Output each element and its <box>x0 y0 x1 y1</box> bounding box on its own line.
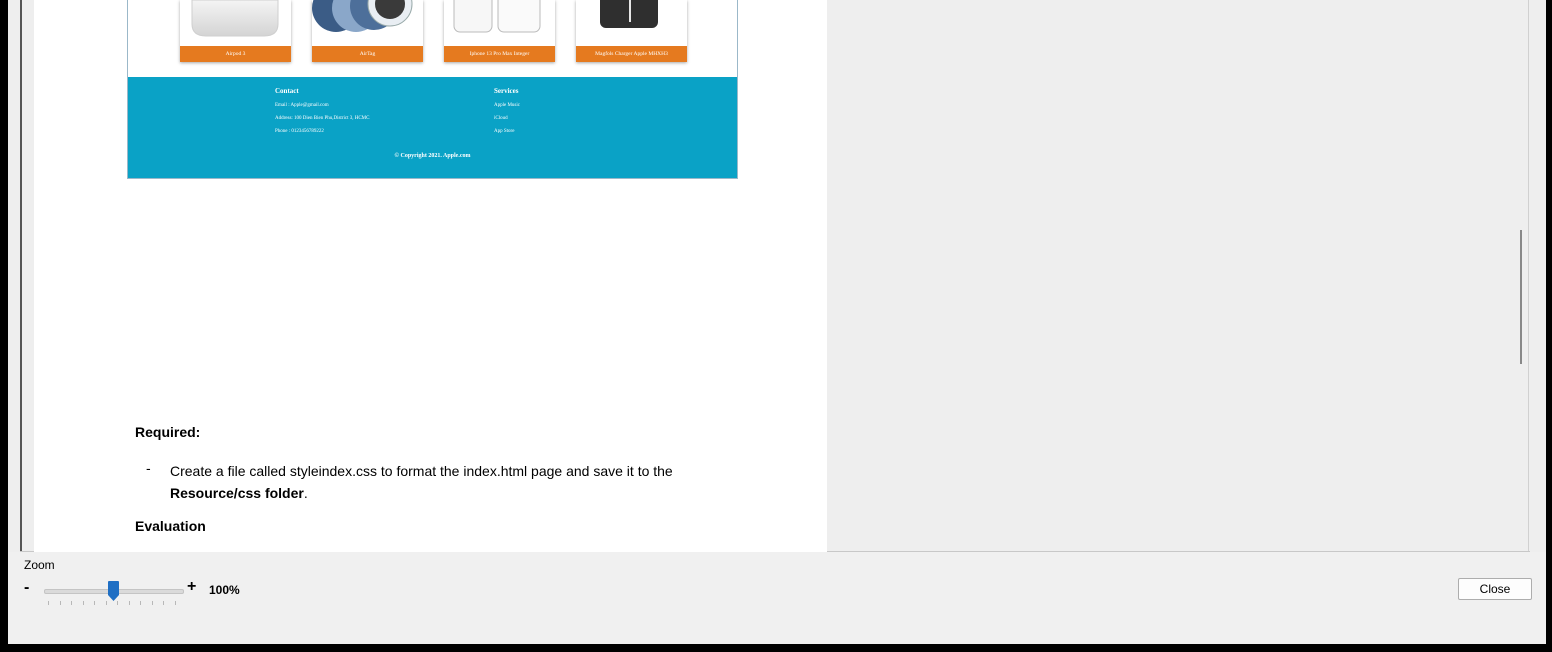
document-page: Airpod 3 AirTag Iphone 13 Pro Max Intege… <box>34 0 827 552</box>
zoom-slider-tick <box>128 601 130 605</box>
copyright-text: © Copyright 2021. Apple.com <box>394 153 471 159</box>
product-label: Airpod 3 <box>180 46 291 62</box>
services-column: Services Apple Music iCloud App Store <box>494 87 520 142</box>
vertical-scrollbar-thumb[interactable] <box>1520 230 1522 364</box>
zoom-slider-tick <box>140 601 141 605</box>
zoom-slider-tick <box>48 601 49 605</box>
zoom-slider-tick <box>105 601 107 605</box>
evaluation-heading: Evaluation <box>135 518 206 534</box>
viewer-border-right <box>1528 0 1529 552</box>
contact-phone: Phone : 0123456789222 <box>275 129 324 134</box>
zoom-label: Zoom <box>24 558 55 572</box>
zoom-slider-tick <box>117 601 118 605</box>
bullet-text: Create a file called styleindex.css to f… <box>170 460 740 504</box>
product-card: Airpod 3 <box>180 0 291 62</box>
airtag-icon <box>312 0 413 32</box>
contact-email: Email : Apple@gmail.com <box>275 103 329 108</box>
close-button[interactable]: Close <box>1458 578 1532 600</box>
zoom-slider-tick <box>82 601 84 605</box>
window-frame-right <box>1546 0 1552 644</box>
service-item: App Store <box>494 129 515 134</box>
airpods-case-icon <box>191 0 279 37</box>
bullet-dash: - <box>146 460 151 476</box>
product-card: Magfols Charger Apple MHXH3 <box>576 0 687 62</box>
window-frame-left <box>0 0 8 652</box>
website-preview-image: Airpod 3 AirTag Iphone 13 Pro Max Intege… <box>127 0 738 179</box>
zoom-slider-tick <box>174 601 176 605</box>
service-item: Apple Music <box>494 103 520 108</box>
zoom-out-button[interactable]: - <box>24 579 29 597</box>
charger-icon <box>600 0 658 28</box>
product-label: Iphone 13 Pro Max Integer <box>444 46 555 62</box>
bullet-text-part: Create a file called styleindex.css to f… <box>170 463 673 479</box>
product-card: AirTag <box>312 0 423 62</box>
zoom-slider-tick <box>94 601 95 605</box>
product-label: Magfols Charger Apple MHXH3 <box>576 46 687 62</box>
website-footer: Contact Email : Apple@gmail.com Address:… <box>128 77 737 178</box>
zoom-slider-tick <box>71 601 72 605</box>
product-cards: Airpod 3 AirTag Iphone 13 Pro Max Intege… <box>128 0 737 76</box>
window-frame-bottom <box>0 644 1552 652</box>
contact-heading: Contact <box>275 87 299 95</box>
services-heading: Services <box>494 87 519 95</box>
bullet-end: . <box>303 485 308 501</box>
folder-path-bold: Resource/css folder <box>170 485 304 501</box>
zoom-slider-thumb[interactable] <box>108 581 119 601</box>
zoom-in-button[interactable]: + <box>187 578 196 596</box>
required-heading: Required: <box>135 424 201 440</box>
product-label: AirTag <box>312 46 423 62</box>
document-viewer[interactable]: Airpod 3 AirTag Iphone 13 Pro Max Intege… <box>8 0 1546 552</box>
phone-case-icon <box>453 0 541 33</box>
zoom-slider-tick <box>163 601 164 605</box>
service-item: iCloud <box>494 116 508 121</box>
zoom-slider-tick <box>151 601 153 605</box>
zoom-slider-tick <box>59 601 61 605</box>
product-card: Iphone 13 Pro Max Integer <box>444 0 555 62</box>
viewer-border <box>20 0 22 552</box>
contact-column: Contact Email : Apple@gmail.com Address:… <box>275 87 369 142</box>
zoom-value: 100% <box>209 583 240 597</box>
contact-address: Address: 100 Dien Bien Phu,District 3, H… <box>275 116 370 121</box>
